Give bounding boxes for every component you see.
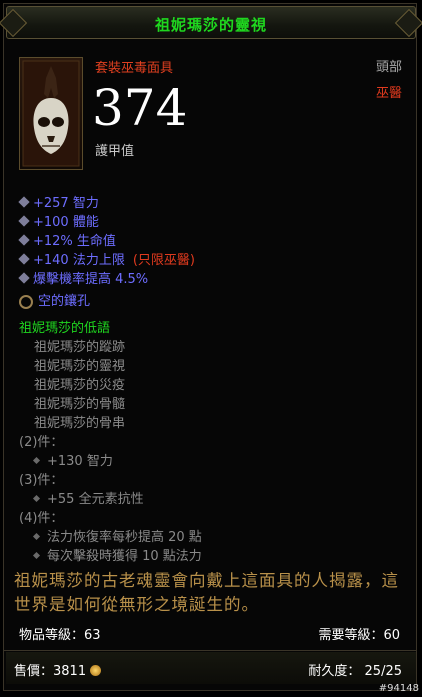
footer-divider <box>4 650 416 651</box>
stat-line: +12% 生命值 <box>18 230 116 249</box>
durability: 耐久度： 25/25 <box>308 664 402 679</box>
set-member: 祖妮瑪莎的靈視 <box>34 359 126 374</box>
armor-value: 374 <box>92 79 188 137</box>
bullet-icon <box>32 532 41 541</box>
set-member: 祖妮瑪莎的骨串 <box>34 416 126 431</box>
sell-price: 售價：3811 <box>14 660 102 679</box>
gold-coin-icon <box>90 665 102 676</box>
armor-label: 護甲值 <box>95 144 135 159</box>
item-level: 物品等級：63 <box>19 628 101 643</box>
class-restriction: 巫醫 <box>375 86 402 101</box>
empty-socket: 空的鑲孔 <box>19 290 90 309</box>
set-bonus: 每次擊殺時獲得 10 點法力 <box>32 545 202 564</box>
item-type: 套裝巫毒面具 <box>95 61 174 76</box>
set-name: 祖妮瑪莎的低語 <box>19 321 111 336</box>
set-pieces-label: (3)件： <box>19 473 64 488</box>
bullet-icon <box>32 494 41 503</box>
set-member: 祖妮瑪莎的蹤跡 <box>34 340 126 355</box>
set-pieces-label: (4)件： <box>19 511 64 526</box>
bullet-icon <box>18 272 30 284</box>
image-tag: #94148 <box>378 683 419 694</box>
class-only-note: (只限巫醫) <box>132 253 195 268</box>
bullet-icon <box>18 253 30 265</box>
set-bonus: +130 智力 <box>32 450 113 469</box>
title-bar: 祖妮瑪莎的靈視 <box>0 6 422 39</box>
set-bonus: 法力恢復率每秒提高 20 點 <box>32 526 202 545</box>
bullet-icon <box>18 215 30 227</box>
bullet-icon <box>32 456 41 465</box>
stat-line: +257 智力 <box>18 192 99 211</box>
item-slot: 頭部 <box>375 60 402 75</box>
set-member: 祖妮瑪莎的災疫 <box>34 378 126 393</box>
item-portrait <box>19 57 83 170</box>
bullet-icon <box>18 196 30 208</box>
set-bonus: +55 全元素抗性 <box>32 488 144 507</box>
stat-line: +100 體能 <box>18 211 99 230</box>
bullet-icon <box>18 234 30 246</box>
required-level: 需要等級：60 <box>318 628 400 643</box>
item-title: 祖妮瑪莎的靈視 <box>154 16 267 34</box>
bullet-icon <box>32 551 41 560</box>
set-pieces-label: (2)件： <box>19 435 64 450</box>
flavor-text: 祖妮瑪莎的古老魂靈會向戴上這面具的人揭露，這世界是如何從無形之境誕生的。 <box>14 571 399 614</box>
stat-line: 爆擊機率提高 4.5% <box>18 268 148 287</box>
voodoo-mask-icon <box>22 60 80 167</box>
set-member: 祖妮瑪莎的骨髓 <box>34 397 126 412</box>
socket-icon <box>19 295 33 309</box>
stat-line: +140 法力上限 (只限巫醫) <box>18 249 195 268</box>
